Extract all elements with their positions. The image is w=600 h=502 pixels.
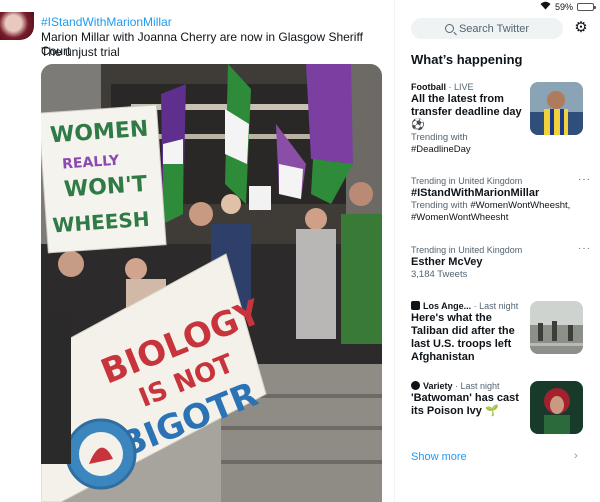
tweet: #IStandWithMarionMillar Marion Millar wi… — [0, 0, 395, 502]
news-source: Variety — [423, 381, 453, 391]
trend-tag[interactable]: #WomenWontWheesht, — [468, 200, 570, 211]
trend-tag-2[interactable]: #WomenWontWheesht — [411, 212, 595, 224]
news-thumbnail — [530, 301, 583, 354]
more-options-icon[interactable]: ··· — [578, 243, 591, 254]
trend-item[interactable]: Football · LIVE All the latest from tran… — [411, 82, 595, 156]
news-source: Los Ange... — [423, 301, 472, 311]
trend-context: Trending in United Kingdom — [411, 176, 523, 186]
search-icon — [444, 24, 454, 33]
trend-tag[interactable]: #DeadlineDay — [411, 144, 595, 156]
news-time: · Last night — [471, 301, 519, 311]
search-input[interactable]: Search Twitter — [411, 18, 563, 39]
more-options-icon[interactable]: ··· — [578, 174, 591, 185]
gear-icon[interactable]: ⚙ — [573, 20, 589, 36]
avatar[interactable] — [0, 12, 34, 40]
trend-headline: Esther McVey — [411, 256, 483, 268]
news-thumbnail — [530, 381, 583, 434]
search-placeholder: Search Twitter — [458, 22, 530, 35]
trend-context: Trending in United Kingdom — [411, 245, 523, 255]
trend-item[interactable]: Trending in United Kingdom #IStandWithMa… — [411, 174, 595, 224]
news-source-icon — [411, 301, 420, 310]
news-source-icon — [411, 381, 420, 390]
trend-item[interactable]: Trending in United Kingdom Esther McVey … — [411, 243, 595, 281]
trend-sub: Trending with — [411, 200, 468, 211]
news-item[interactable]: Variety · Last night 'Batwoman' has cast… — [411, 381, 595, 434]
news-time: · Last night — [452, 381, 500, 391]
whats-happening-title: What’s happening — [411, 52, 523, 67]
plant-emoji: 🌱 — [484, 405, 499, 417]
news-headline-2: its Poison Ivy — [411, 405, 482, 417]
tweet-photo[interactable]: WOMEN REALLY WON'T WHEESH BIOLOGY IS NOT… — [41, 64, 382, 502]
news-item[interactable]: Los Ange... · Last night Here's what the… — [411, 301, 595, 364]
protest-photo: WOMEN REALLY WON'T WHEESH BIOLOGY IS NOT… — [41, 64, 382, 502]
trend-headline: #IStandWithMarionMillar — [411, 187, 540, 199]
trend-thumbnail — [530, 82, 583, 135]
show-more-link[interactable]: Show more — [411, 451, 467, 463]
trend-tweet-count: 3,184 Tweets — [411, 269, 468, 280]
sidebar: Search Twitter ⚙ What’s happening Footba… — [396, 0, 600, 502]
tweet-hashtag[interactable]: #IStandWithMarionMillar — [41, 15, 172, 29]
trend-live: · LIVE — [446, 82, 474, 92]
chevron-right-icon: › — [574, 450, 578, 462]
tweet-text-line-2: The unjust trial — [41, 45, 120, 59]
trend-category: Football — [411, 82, 446, 92]
